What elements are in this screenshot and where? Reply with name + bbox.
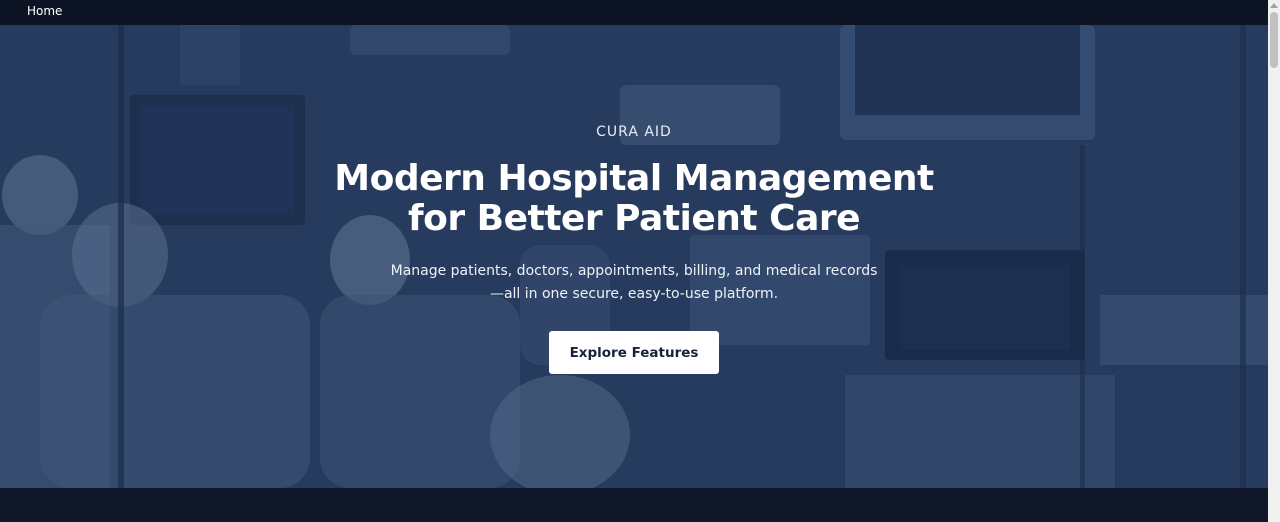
- nav-home-link[interactable]: Home: [27, 4, 62, 18]
- explore-features-button[interactable]: Explore Features: [549, 331, 719, 374]
- brand-eyebrow: CURA AID: [596, 124, 672, 140]
- subtitle-line-2: —all in one secure, easy-to-use platform…: [489, 286, 779, 302]
- scrollbar-thumb[interactable]: [1270, 12, 1278, 68]
- next-section-strip: [0, 488, 1268, 522]
- headline-line-2: for Better Patient Care: [407, 198, 861, 239]
- hero-subtitle: Manage patients, doctors, appointments, …: [384, 260, 884, 306]
- subtitle-line-1: Manage patients, doctors, appointments, …: [390, 263, 878, 279]
- hero-headline: Modern Hospital Management for Better Pa…: [0, 159, 1268, 239]
- headline-line-1: Modern Hospital Management: [334, 158, 934, 199]
- top-nav: Home: [0, 0, 1268, 25]
- hero-section: CURA AID Modern Hospital Management for …: [0, 25, 1268, 488]
- page-scrollbar[interactable]: [1268, 0, 1280, 522]
- scroll-up-arrow-icon[interactable]: [1270, 3, 1278, 8]
- hero-content: CURA AID Modern Hospital Management for …: [0, 25, 1268, 488]
